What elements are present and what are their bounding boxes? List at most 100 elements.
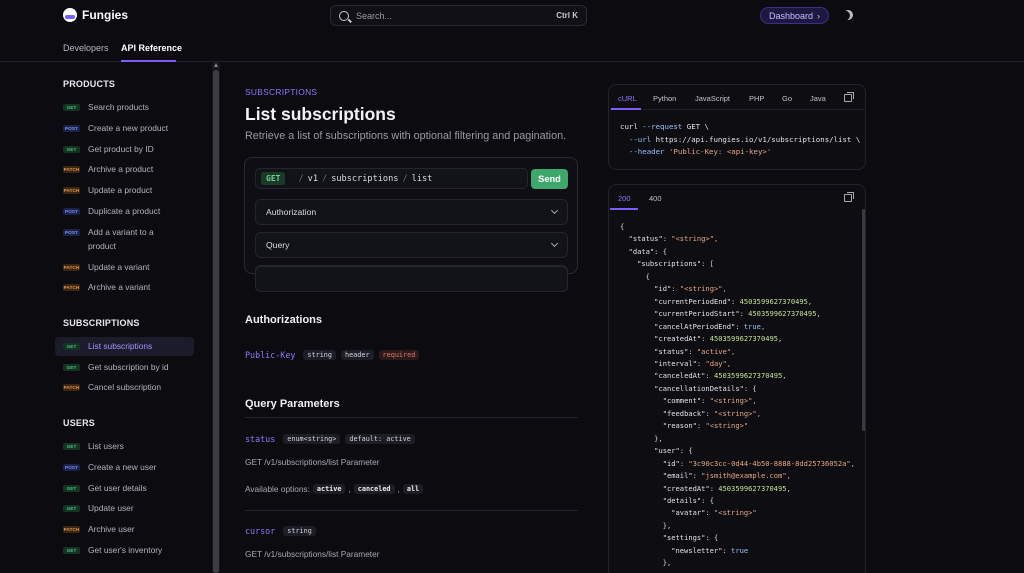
query-accordion[interactable]: Query bbox=[255, 232, 568, 258]
sidebar-item[interactable]: PATCH Archive a product bbox=[55, 160, 194, 179]
search-placeholder: Search... bbox=[356, 10, 393, 21]
page-subtitle: Retrieve a list of subscriptions with op… bbox=[245, 130, 567, 142]
scroll-up-icon[interactable] bbox=[214, 63, 218, 67]
sidebar-item[interactable]: PATCH Update a product bbox=[55, 181, 194, 200]
tab-curl[interactable]: cURL bbox=[618, 94, 637, 103]
sidebar-item-label: Add a variant to a product bbox=[88, 227, 154, 251]
sidebar-item[interactable]: PATCH Update a variant bbox=[55, 258, 194, 277]
param-description-text: GET /v1/subscriptions/list Parameter bbox=[245, 549, 380, 559]
json-line: { bbox=[620, 222, 625, 231]
tab-developers[interactable]: Developers bbox=[63, 43, 109, 53]
sidebar-item[interactable]: PATCH Archive user bbox=[55, 520, 194, 539]
brand-name: Fungies bbox=[82, 8, 129, 22]
json-line: "canceledAt": 4503599627370495, bbox=[654, 371, 787, 381]
search-input[interactable]: Search... Ctrl K bbox=[330, 5, 587, 26]
sidebar-item-label: List subscriptions bbox=[88, 341, 153, 351]
tab-python[interactable]: Python bbox=[653, 94, 676, 103]
json-line: }, bbox=[620, 520, 672, 530]
sidebar-item[interactable]: GET Update user bbox=[55, 499, 194, 518]
tab-javascript[interactable]: JavaScript bbox=[695, 94, 730, 103]
search-icon bbox=[339, 10, 349, 21]
method-badge: GET bbox=[261, 172, 286, 185]
sidebar-item[interactable]: POST Add a variant to a product bbox=[55, 223, 194, 253]
json-line: "status": "<string>", bbox=[628, 234, 719, 244]
sidebar-item[interactable]: GET Get subscription by id bbox=[55, 358, 194, 377]
response-scrollbar[interactable] bbox=[862, 209, 865, 431]
copy-icon[interactable] bbox=[844, 192, 854, 202]
sidebar-item[interactable]: GET Get user details bbox=[55, 479, 194, 498]
status-tabs: 200 400 bbox=[609, 185, 865, 210]
sidebar-item-label: Get user's inventory bbox=[88, 545, 163, 555]
sidebar-item[interactable]: GET Get product by ID bbox=[55, 140, 194, 159]
auth-param-row: Public-Key string header required bbox=[245, 350, 420, 360]
sidebar-item[interactable]: PATCH Archive a variant bbox=[55, 278, 194, 297]
tab-status-200[interactable]: 200 bbox=[618, 194, 631, 203]
sidebar-item[interactable]: GET Search products bbox=[55, 98, 194, 117]
url-bar[interactable]: GET / v1 / subscriptions / list bbox=[255, 168, 528, 189]
method-badge: PATCH bbox=[63, 187, 80, 194]
method-badge: POST bbox=[63, 464, 80, 471]
authorizations-heading: Authorizations bbox=[245, 314, 322, 326]
sidebar-item[interactable]: GET List subscriptions bbox=[55, 337, 194, 356]
tab-status-400[interactable]: 400 bbox=[649, 194, 662, 203]
path-separator: / bbox=[298, 173, 304, 184]
json-line: "reason": "<string>" bbox=[662, 421, 749, 431]
path-separator: / bbox=[402, 173, 408, 184]
json-line: "cancellationDetails": { bbox=[654, 383, 757, 393]
method-badge: PATCH bbox=[63, 384, 80, 391]
sidebar-item-label: Cancel subscription bbox=[88, 382, 162, 392]
sidebar-item[interactable]: PATCH Cancel subscription bbox=[55, 378, 194, 397]
moon-icon[interactable] bbox=[841, 8, 855, 22]
brand-logo[interactable]: Fungies bbox=[63, 8, 128, 22]
method-badge: POST bbox=[63, 125, 80, 132]
curl-code: curl --request GET \ --url https://api.f… bbox=[620, 121, 860, 159]
tab-api-reference[interactable]: API Reference bbox=[121, 43, 182, 53]
section-eyebrow: SUBSCRIPTIONS bbox=[245, 87, 318, 97]
tab-php[interactable]: PHP bbox=[749, 94, 764, 103]
copy-icon[interactable] bbox=[844, 92, 854, 102]
json-line: "interval": "day", bbox=[654, 358, 732, 368]
sidebar-item[interactable]: GET Get user's inventory bbox=[55, 541, 194, 560]
json-line: "createdAt": 4503599627370495, bbox=[662, 483, 791, 493]
top-bar: Fungies Search... Ctrl K Dashboard › bbox=[0, 0, 1024, 31]
active-tab-underline bbox=[610, 208, 638, 210]
sidebar-item-label: Update a product bbox=[88, 185, 153, 195]
sidebar-item[interactable]: POST Create a new user bbox=[55, 458, 194, 477]
sidebar-item-label: Archive user bbox=[88, 524, 135, 534]
method-badge: PATCH bbox=[63, 526, 80, 533]
send-button[interactable]: Send bbox=[531, 169, 568, 189]
sidebar-item-label: Duplicate a product bbox=[88, 206, 161, 216]
method-badge: PATCH bbox=[63, 264, 80, 271]
chevron-right-icon: › bbox=[817, 10, 821, 21]
json-line: "details": { bbox=[662, 495, 714, 505]
sidebar-section-title: USERS bbox=[63, 418, 96, 428]
path-segment: v1 bbox=[307, 173, 318, 184]
sidebar-scrollbar[interactable] bbox=[212, 62, 220, 573]
path-segment: list bbox=[411, 173, 433, 184]
dashboard-button[interactable]: Dashboard › bbox=[760, 7, 829, 24]
param-location-chip: header bbox=[340, 350, 374, 360]
tab-java[interactable]: Java bbox=[810, 94, 826, 103]
scrollbar-thumb[interactable] bbox=[213, 70, 219, 573]
option-chip: all bbox=[402, 484, 424, 494]
sidebar-item[interactable]: POST Create a new product bbox=[55, 119, 194, 138]
authorization-accordion[interactable]: Authorization bbox=[255, 199, 568, 225]
sidebar-item-label: Update a variant bbox=[88, 262, 150, 272]
sidebar-item-label: Archive a variant bbox=[88, 282, 151, 292]
method-badge: GET bbox=[63, 146, 80, 153]
json-line: "user": { bbox=[654, 446, 693, 456]
chevron-down-icon bbox=[550, 239, 559, 248]
method-badge: GET bbox=[63, 547, 80, 554]
param-type-chip: string bbox=[303, 350, 336, 360]
param-name: Public-Key bbox=[245, 350, 296, 360]
tab-go[interactable]: Go bbox=[782, 94, 792, 103]
authorization-accordion[interactable] bbox=[255, 266, 568, 292]
sidebar-item-label: Archive a product bbox=[88, 164, 154, 174]
fungies-logo-icon bbox=[63, 8, 77, 22]
sidebar-item-label: Update user bbox=[88, 503, 134, 513]
sidebar-item[interactable]: GET List users bbox=[55, 437, 194, 456]
search-shortcut: Ctrl K bbox=[556, 11, 578, 20]
json-line: "createdAt": 4503599627370495, bbox=[654, 334, 783, 344]
json-line: "cancelAtPeriodEnd": true, bbox=[654, 321, 766, 331]
sidebar-item[interactable]: POST Duplicate a product bbox=[55, 202, 194, 221]
